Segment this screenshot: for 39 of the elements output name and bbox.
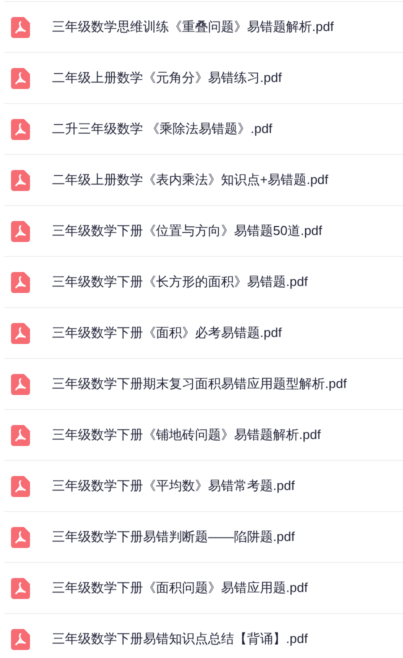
pdf-file-icon	[11, 526, 30, 548]
file-name: 三年级数学下册易错知识点总结【背诵】.pdf	[52, 630, 308, 648]
file-name: 二年级上册数学《表内乘法》知识点+易错题.pdf	[52, 171, 328, 190]
pdf-file-icon	[11, 272, 30, 292]
pdf-file-icon	[11, 170, 30, 190]
file-row[interactable]: 三年级数学下册《面积问题》易错应用题.pdf	[4, 563, 403, 614]
file-name: 三年级数学下册《铺地砖问题》易错题解析.pdf	[52, 426, 321, 444]
file-row[interactable]: 三年级数学下册《面积》必考易错题.pdf	[4, 308, 403, 359]
file-name: 三年级数学下册《平均数》易错常考题.pdf	[52, 477, 295, 496]
file-name: 三年级数学下册期末复习面积易错应用题型解析.pdf	[52, 375, 347, 394]
pdf-file-icon	[11, 578, 30, 598]
file-row[interactable]: 三年级数学下册易错判断题——陷阱题.pdf	[4, 512, 403, 563]
file-row[interactable]: 三年级数学思维训练《重叠问题》易错题解析.pdf	[4, 2, 403, 53]
file-name: 二升三年级数学 《乘除法易错题》.pdf	[52, 120, 272, 138]
file-name: 三年级数学下册《位置与方向》易错题50道.pdf	[52, 222, 322, 240]
file-row[interactable]: 三年级数学下册易错知识点总结【背诵】.pdf	[4, 614, 403, 658]
pdf-file-icon	[11, 220, 30, 242]
pdf-file-icon	[11, 68, 30, 88]
pdf-file-icon	[11, 16, 30, 38]
file-name: 三年级数学下册易错判断题——陷阱题.pdf	[52, 528, 295, 546]
pdf-file-icon	[11, 628, 30, 650]
file-row[interactable]: 三年级数学下册《平均数》易错常考题.pdf	[4, 461, 403, 512]
pdf-file-icon	[11, 118, 30, 140]
file-name: 三年级数学下册《面积问题》易错应用题.pdf	[52, 579, 308, 598]
file-row[interactable]: 二年级上册数学《元角分》易错练习.pdf	[4, 53, 403, 104]
file-row[interactable]: 三年级数学下册《位置与方向》易错题50道.pdf	[4, 206, 403, 257]
pdf-file-icon	[11, 374, 30, 394]
pdf-file-icon	[11, 322, 30, 344]
file-name: 三年级数学下册《面积》必考易错题.pdf	[52, 324, 282, 342]
pdf-file-icon	[11, 424, 30, 446]
file-row[interactable]: 二年级上册数学《表内乘法》知识点+易错题.pdf	[4, 155, 403, 206]
file-name: 三年级数学下册《长方形的面积》易错题.pdf	[52, 273, 308, 292]
file-row[interactable]: 三年级数学下册《铺地砖问题》易错题解析.pdf	[4, 410, 403, 461]
file-row[interactable]: 三年级数学下册《长方形的面积》易错题.pdf	[4, 257, 403, 308]
file-name: 三年级数学思维训练《重叠问题》易错题解析.pdf	[52, 18, 334, 36]
file-row[interactable]: 三年级数学下册期末复习面积易错应用题型解析.pdf	[4, 359, 403, 410]
file-row[interactable]: 二升三年级数学 《乘除法易错题》.pdf	[4, 104, 403, 155]
pdf-file-icon	[11, 476, 30, 496]
file-name: 二年级上册数学《元角分》易错练习.pdf	[52, 69, 282, 88]
